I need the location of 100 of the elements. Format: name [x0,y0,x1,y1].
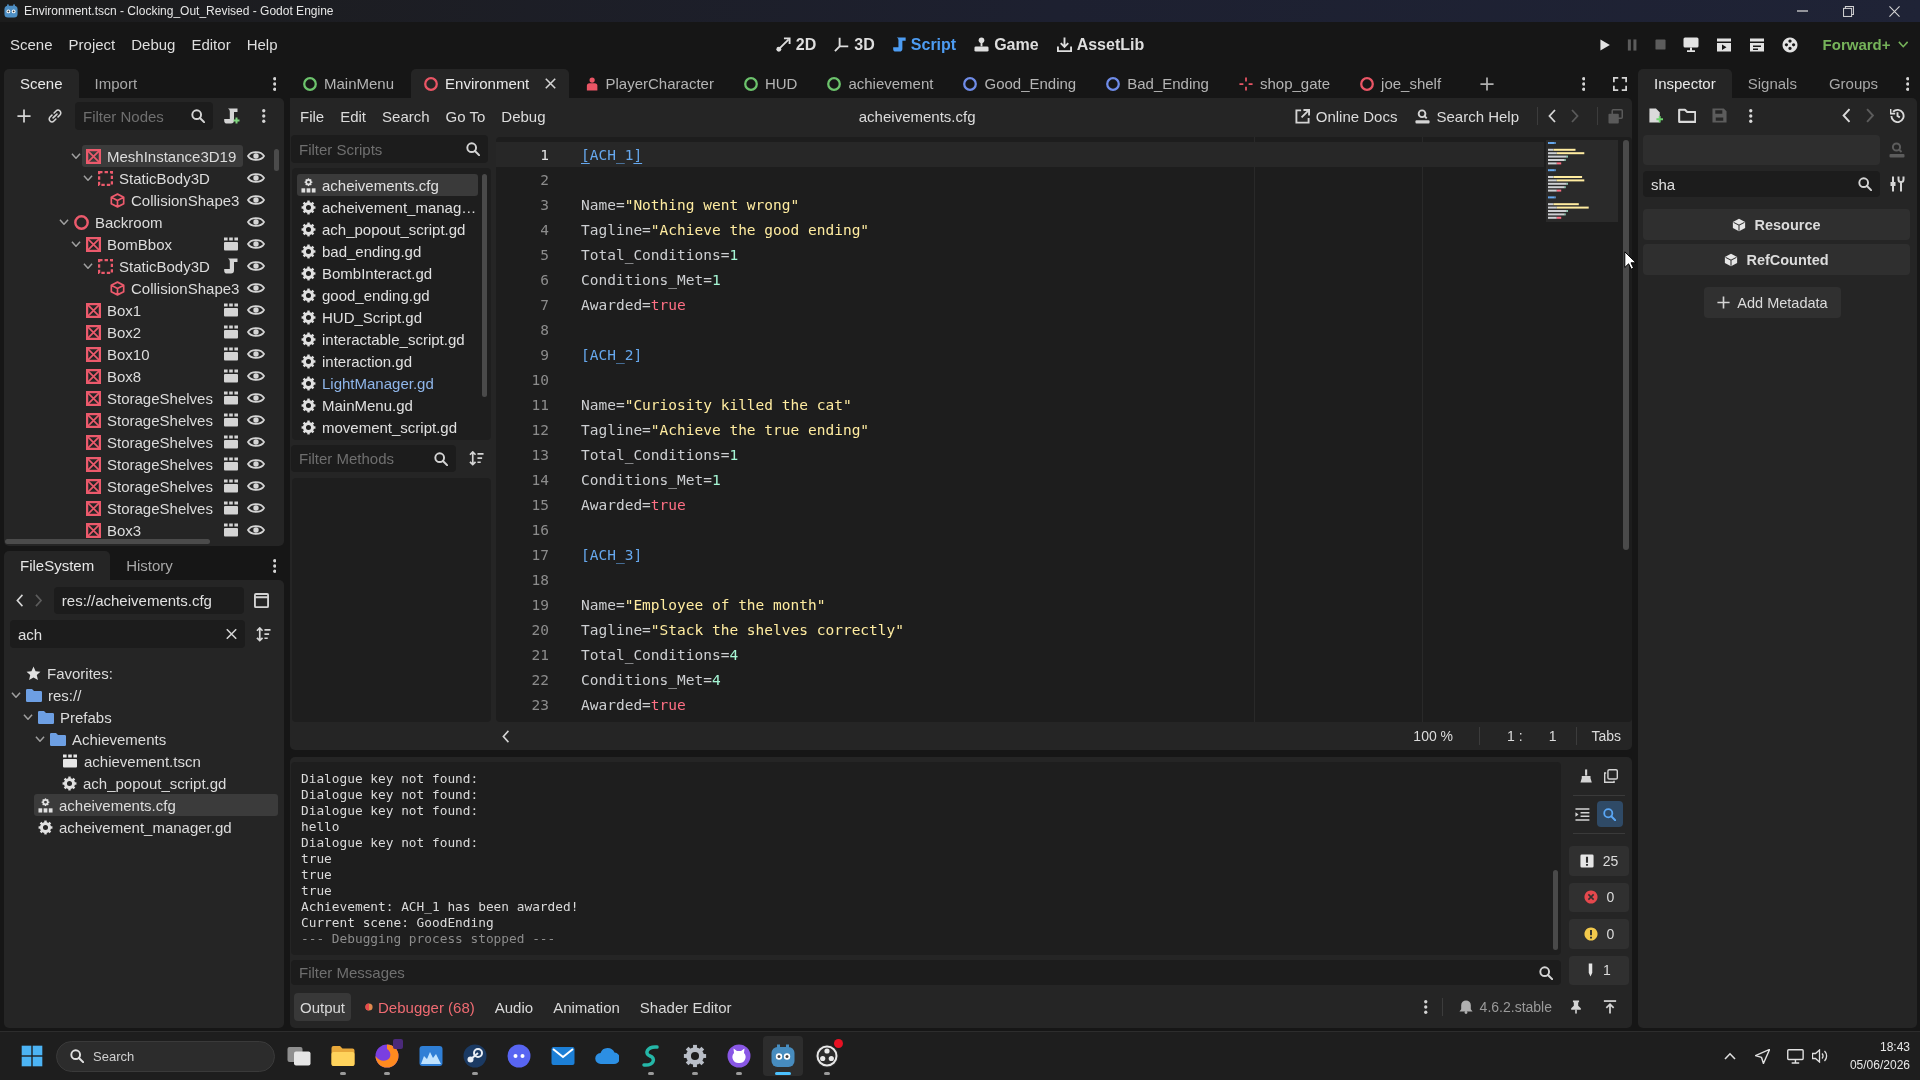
arrow-up-bar-icon[interactable] [1603,1000,1617,1014]
file-tree-item[interactable]: acheivement_manager.gd [34,816,278,838]
history-icon[interactable] [1889,108,1905,123]
scene-tree-item[interactable]: StorageShelves [82,497,218,519]
minimap-drawing[interactable] [1546,140,1618,223]
clapperboard-icon[interactable] [223,347,239,361]
eye-icon[interactable] [247,414,265,426]
panel-tab[interactable]: Animation [547,993,626,1021]
search-toggle[interactable] [1596,801,1623,828]
eye-icon[interactable] [247,436,265,448]
dock-tab[interactable]: History [110,551,189,580]
menu-icon[interactable] [1749,108,1753,123]
chevron-down-icon[interactable] [83,262,93,270]
scene-tree-item[interactable]: Backroom [70,211,243,233]
message-count-button[interactable]: 25 [1569,846,1629,876]
scene-tree-item[interactable]: Box8 [82,365,218,387]
fullscreen-icon[interactable] [1613,76,1627,91]
chevron-down-icon[interactable] [71,240,81,248]
scene-tree-item[interactable]: StorageShelves [82,431,218,453]
panel-tab[interactable]: Shader Editor [633,993,738,1021]
panel-tab[interactable]: Output [294,993,352,1021]
scene-tree-item[interactable]: CollisionShape3 [106,189,243,211]
pin-icon[interactable] [1569,1000,1583,1014]
script-list-item[interactable]: LightManager.gd [297,372,478,394]
monitor-icon[interactable] [1787,1048,1804,1064]
menu-item[interactable]: Search [374,104,438,128]
workspace-button[interactable]: 2D [767,31,825,58]
menu-item[interactable]: Go To [437,104,494,128]
script-list-item[interactable]: HUD_Script.gd [297,306,478,328]
panel-tab[interactable]: Audio [488,993,540,1021]
filter-field[interactable]: Filter Methods [291,445,456,472]
chevron-down-icon[interactable] [71,152,81,160]
script-list-item[interactable]: BombInteract.gd [297,262,478,284]
help-link[interactable]: Search Help [1411,104,1523,128]
eye-icon[interactable] [247,282,265,294]
clapperboard-icon[interactable] [223,303,239,317]
menu-item[interactable]: Edit [332,104,375,128]
menu-item[interactable]: Debug [493,104,554,128]
script-list-item[interactable]: ach_popout_script.gd [297,218,478,240]
script-list-item[interactable]: acheivements.cfg [297,174,478,196]
four-squares-icon[interactable] [21,1045,43,1067]
eye-icon[interactable] [247,216,265,228]
menu-icon[interactable] [262,109,266,123]
close-icon[interactable] [1889,5,1900,17]
close-icon[interactable] [545,78,557,89]
clear-icon[interactable] [226,628,237,640]
filter-field[interactable]: Filter Messages [291,960,1561,985]
menu-item[interactable]: Debug [123,32,184,57]
scene-tree-item[interactable]: Box2 [82,321,218,343]
file-tab[interactable]: HUD [730,69,811,98]
menu-item[interactable]: Editor [183,32,239,57]
speaker-icon[interactable] [1811,1049,1828,1063]
chevron-down-icon[interactable] [83,174,93,182]
filter-field[interactable]: Filter Nodes [75,102,213,130]
chevron-down-icon[interactable] [11,691,21,699]
warning-count-button[interactable]: 0 [1569,919,1629,949]
script-list-item[interactable]: bad_ending.gd [297,240,478,262]
monitor-icon[interactable] [1682,37,1699,52]
file-tree-item[interactable]: achievement.tscn [58,750,278,772]
chevron-up-icon[interactable] [1724,1052,1737,1060]
scene-tree-item[interactable]: StaticBody3D [94,167,243,189]
indentation-mode[interactable]: Tabs [1591,728,1621,744]
eye-icon[interactable] [247,304,265,316]
dock-tab[interactable]: Scene [4,69,79,98]
workspace-button[interactable]: AssetLib [1048,31,1153,58]
link-icon[interactable] [48,109,62,123]
file-tab[interactable]: PlayerCharacter [573,69,727,98]
eye-icon[interactable] [247,326,265,338]
clapperboard-icon[interactable] [223,457,239,471]
clapperboard-icon[interactable] [223,501,239,515]
taskbar-app[interactable] [763,1036,803,1076]
scene-tree-item[interactable]: StorageShelves [82,453,218,475]
script-list-item[interactable]: interactable_script.gd [297,328,478,350]
clock-time[interactable]: 18:43 [1879,1038,1910,1056]
send-arrow-icon[interactable] [1755,1048,1771,1064]
script-list-item[interactable]: MainMenu.gd [297,394,478,416]
eye-icon[interactable] [247,458,265,470]
scene-tree-item[interactable]: CollisionShape3 [106,277,243,299]
folder-icon[interactable] [1677,108,1697,123]
clock-date[interactable]: 05/06/2026 [1849,1056,1910,1074]
path-field[interactable]: res://acheivements.cfg [53,587,244,614]
file-tab[interactable]: joe_shelf [1347,69,1455,98]
workspace-button[interactable]: Game [966,31,1047,58]
search-field[interactable]: sha [1643,171,1880,197]
panel-tab[interactable]: Debugger (68) [359,993,481,1021]
dock-tab[interactable]: Signals [1731,69,1813,98]
file-tab[interactable]: achievement [814,69,947,98]
new-document-icon[interactable] [1647,108,1663,123]
file-tab[interactable]: Good_Ending [950,69,1090,98]
eye-icon[interactable] [247,348,265,360]
file-tab[interactable]: Bad_Ending [1093,69,1222,98]
clapperboard-icon[interactable] [223,325,239,339]
file-tree-item[interactable]: Prefabs [34,706,278,728]
clapperboard-icon[interactable] [223,479,239,493]
scrollbar[interactable] [5,539,210,544]
help-link[interactable]: Online Docs [1290,104,1402,128]
add-metadata-button[interactable]: Add Metadata [1704,287,1841,318]
broom-icon[interactable] [1580,768,1593,783]
scrollbar[interactable] [274,149,279,171]
dock-tab[interactable]: FileSystem [4,551,111,580]
